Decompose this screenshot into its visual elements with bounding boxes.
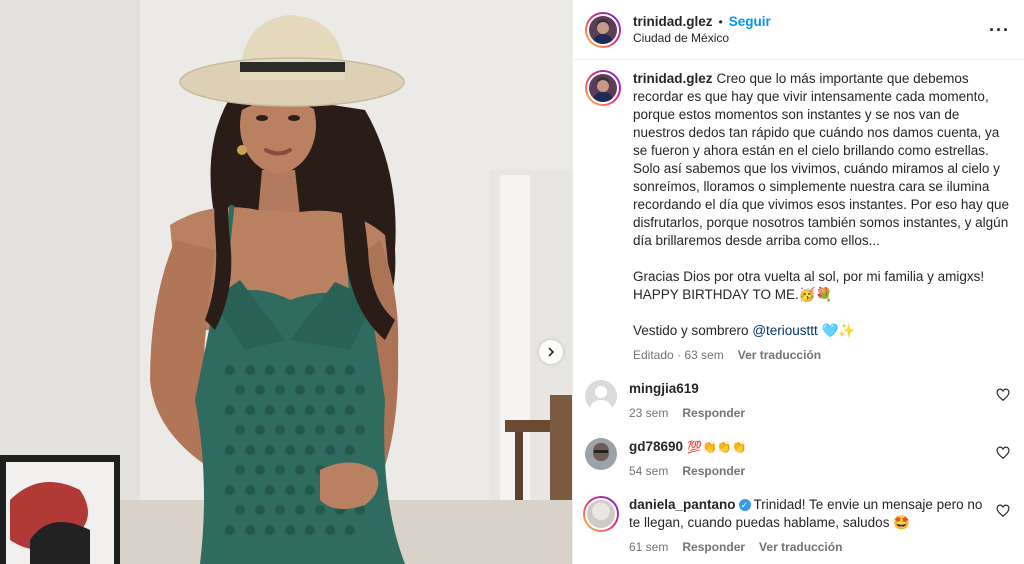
instagram-post: trinidad.glez • Seguir Ciudad de México … [0, 0, 1024, 564]
caption-avatar[interactable] [585, 70, 621, 106]
author-username[interactable]: trinidad.glez [633, 14, 713, 29]
comment-age[interactable]: 23 sem [629, 406, 668, 420]
comment-text: 💯👏👏👏 [687, 440, 747, 454]
comment-row: gd78690 💯👏👏👏 54 sem Responder [585, 438, 1010, 478]
caption-credits-prefix: Vestido y sombrero [633, 323, 753, 338]
follow-button[interactable]: Seguir [729, 14, 771, 29]
author-avatar[interactable] [585, 11, 621, 48]
caption: trinidad.glez Creo que lo más importante … [585, 70, 1010, 362]
like-heart-icon[interactable] [996, 388, 1010, 402]
post-photo[interactable] [0, 0, 572, 564]
translate-caption-button[interactable]: Ver traducción [738, 348, 821, 362]
reply-button[interactable]: Responder [682, 464, 745, 478]
next-photo-button[interactable] [539, 340, 563, 364]
like-heart-icon[interactable] [996, 446, 1010, 460]
author-info: trinidad.glez • Seguir Ciudad de México [633, 14, 989, 45]
comment-meta: 23 sem Responder [629, 406, 996, 420]
caption-mention-link[interactable]: @teriousttt [752, 323, 817, 338]
edited-label: Editado [633, 348, 674, 362]
commenter-avatar[interactable] [585, 438, 617, 470]
caption-username[interactable]: trinidad.glez [633, 71, 713, 86]
post-details-panel: trinidad.glez • Seguir Ciudad de México … [572, 0, 1024, 564]
caption-meta: Editado · 63 sem Ver traducción [633, 348, 822, 362]
like-heart-icon[interactable] [996, 504, 1010, 518]
comment-age[interactable]: 54 sem [629, 464, 668, 478]
photo-scene [0, 0, 572, 564]
commenter-avatar[interactable] [585, 380, 617, 412]
commenter-avatar[interactable] [583, 496, 619, 532]
more-icon[interactable]: ··· [989, 21, 1010, 39]
reply-button[interactable]: Responder [682, 406, 745, 420]
caption-age[interactable]: 63 sem [684, 348, 723, 362]
caption-paragraph-1: Creo que lo más importante que debemos r… [633, 71, 1009, 248]
translate-comment-button[interactable]: Ver traducción [759, 540, 842, 554]
caption-paragraph-2: Gracias Dios por otra vuelta al sol, por… [633, 269, 985, 302]
comment-username[interactable]: gd78690 [629, 439, 683, 454]
post-header: trinidad.glez • Seguir Ciudad de México … [573, 0, 1024, 60]
separator-dot: • [718, 14, 723, 29]
comment-meta: 61 sem Responder Ver traducción [629, 540, 996, 554]
comment-username[interactable]: daniela_pantano [629, 497, 736, 512]
comment-username[interactable]: mingjia619 [629, 381, 699, 396]
comments-list: trinidad.glez Creo que lo más importante … [573, 60, 1024, 564]
comment-row: daniela_pantano ✓ Trinidad! Te envie un me… [583, 496, 1010, 554]
comment-age[interactable]: 61 sem [629, 540, 668, 554]
verified-badge-icon: ✓ [738, 499, 751, 512]
comment-meta: 54 sem Responder [629, 464, 996, 478]
chevron-right-icon [548, 347, 555, 357]
comment-row: mingjia619 23 sem Responder [585, 380, 1010, 420]
post-location[interactable]: Ciudad de México [633, 31, 989, 45]
caption-credits-suffix: 🩵✨ [817, 323, 856, 338]
reply-button[interactable]: Responder [682, 540, 745, 554]
caption-text: trinidad.glez Creo que lo más importante … [633, 70, 1010, 340]
